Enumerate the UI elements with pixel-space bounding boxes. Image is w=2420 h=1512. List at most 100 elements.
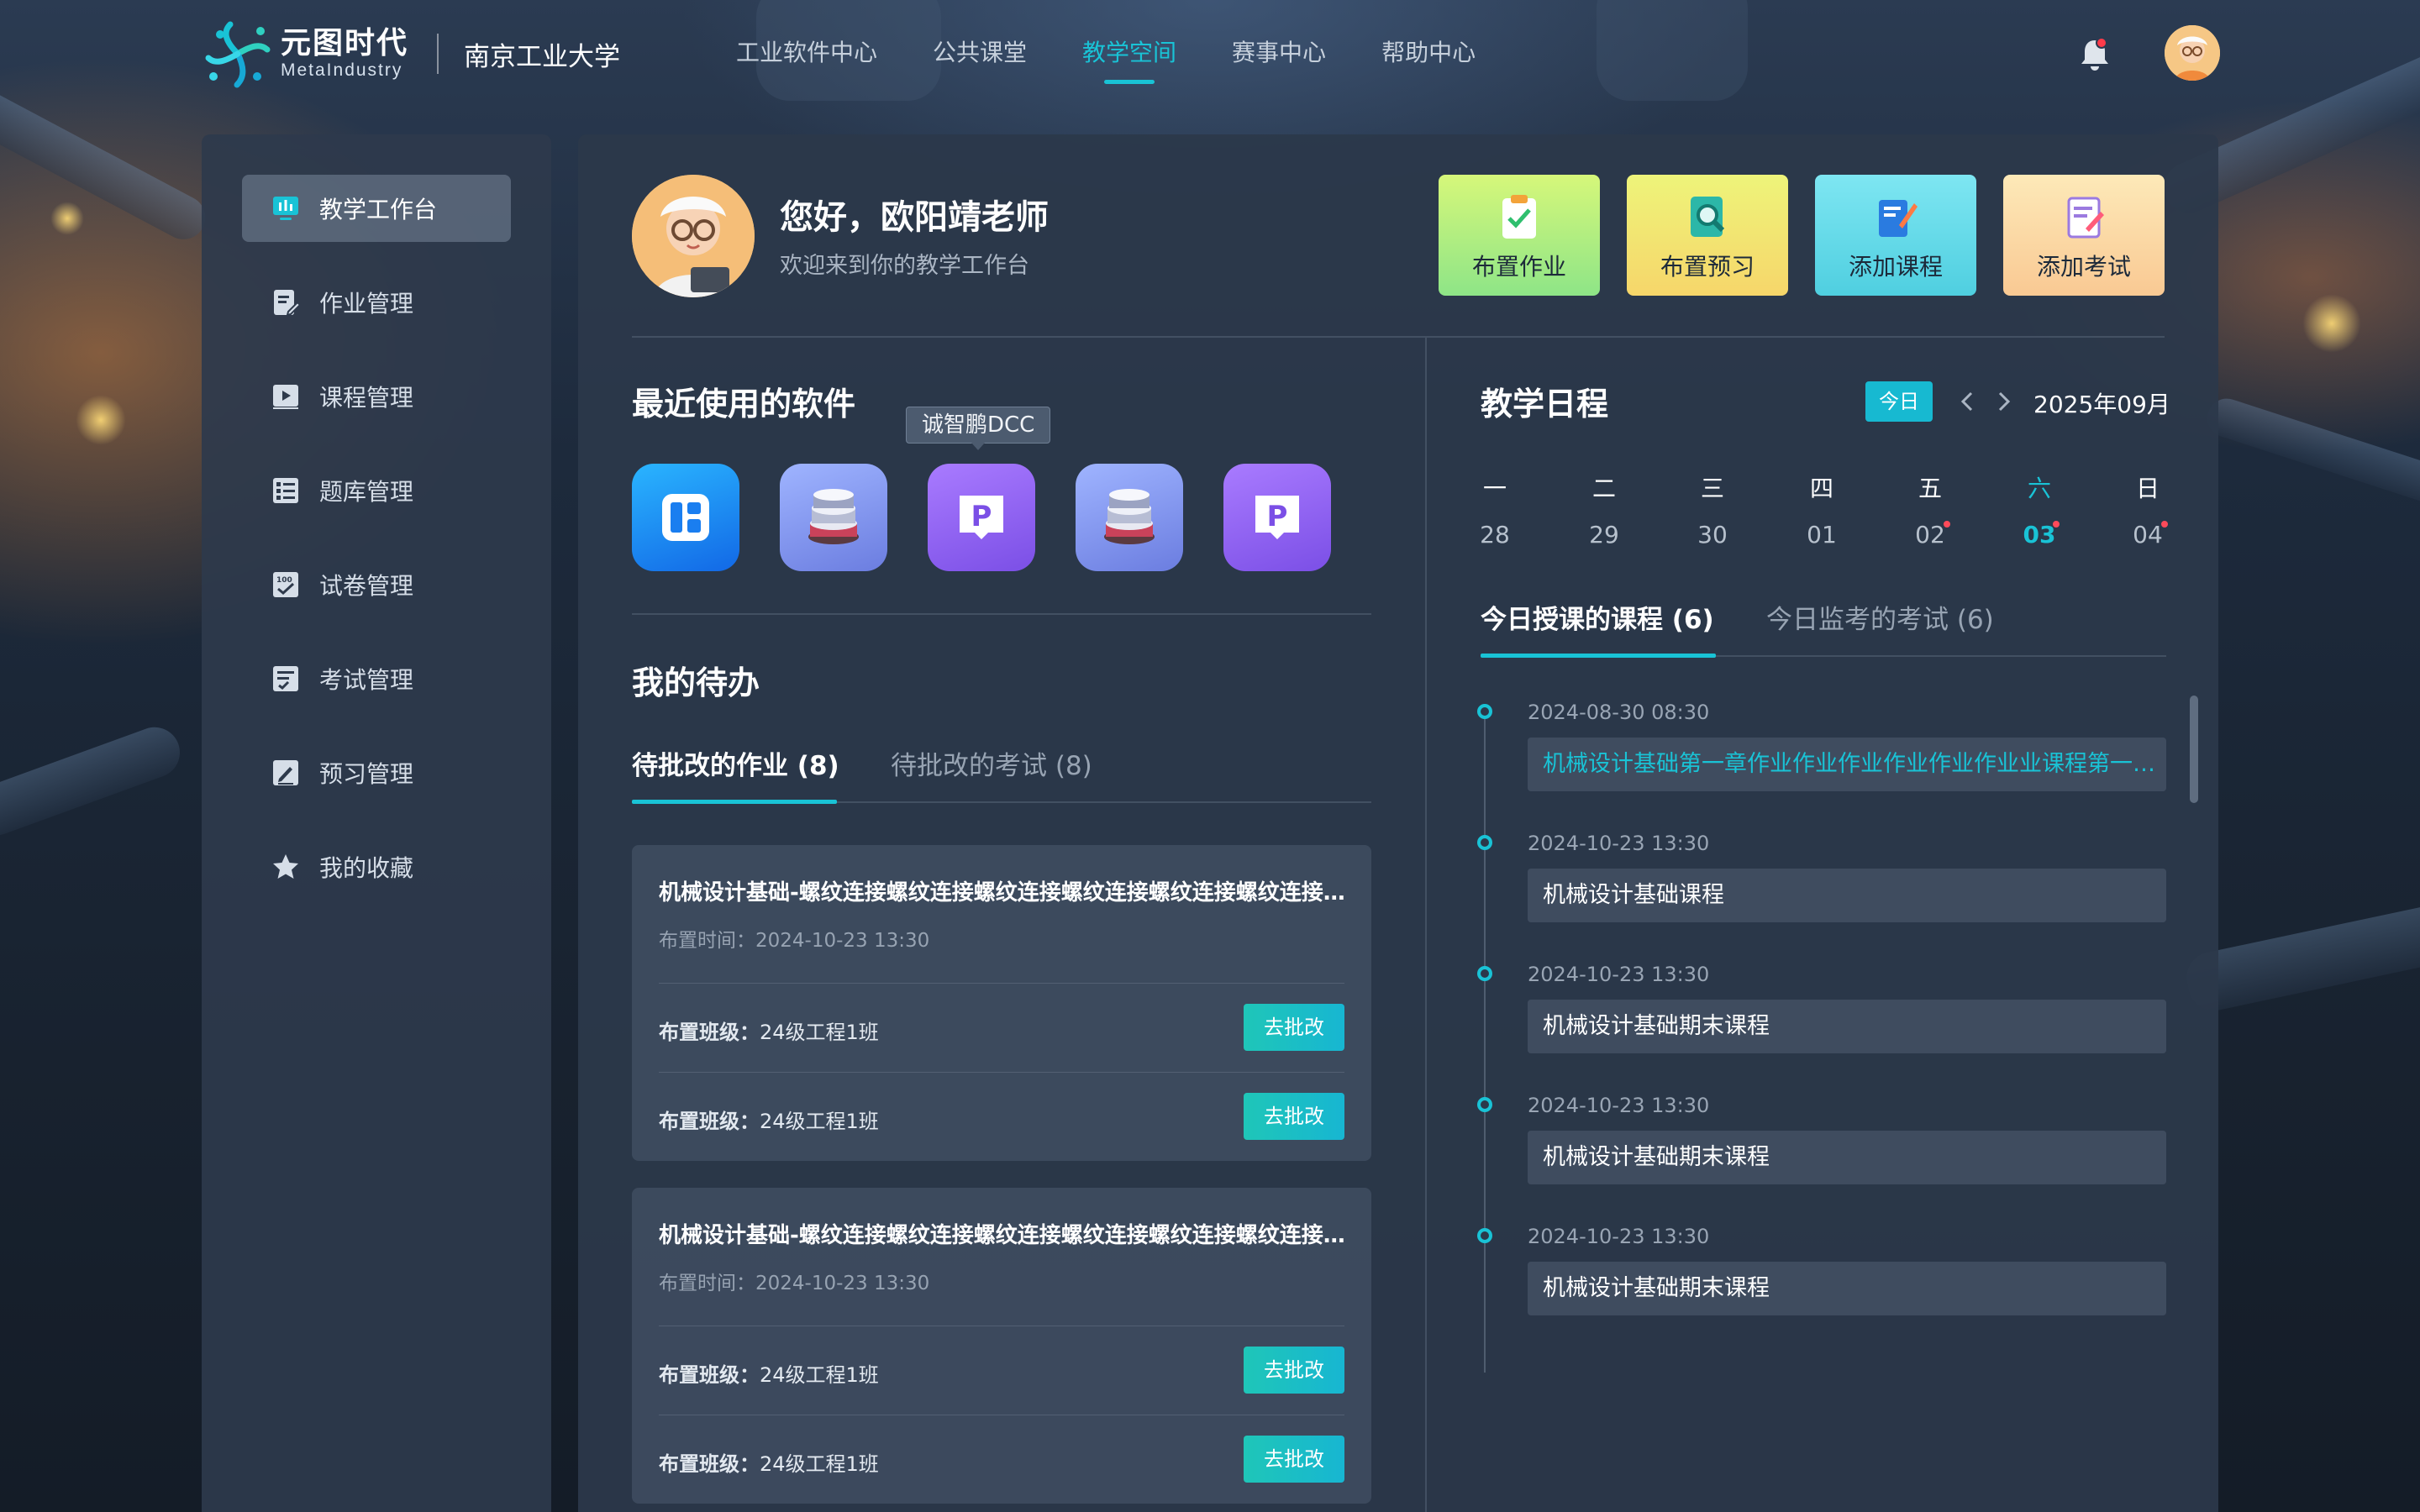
brand-logo[interactable]: 元图时代 MetaIndustry 南京工业大学 (202, 17, 620, 91)
add-course-button[interactable]: 添加课程 (1815, 175, 1976, 296)
brand-name-en: MetaIndustry (281, 60, 403, 80)
svg-text:P: P (1267, 500, 1288, 533)
database-stack-app-icon[interactable] (1076, 464, 1183, 571)
sidebar-item-exams[interactable]: 考试管理 (242, 645, 511, 712)
nav-item-software-center[interactable]: 工业软件中心 (736, 34, 877, 89)
quick-action-label: 添加考试 (2036, 253, 2131, 281)
event-time: 2024-10-23 13:30 (1528, 1225, 1710, 1248)
event-item[interactable]: 机械设计基础期末课程 (1528, 1131, 2166, 1184)
sidebar-item-favorites[interactable]: 我的收藏 (242, 833, 511, 900)
tab-today-exams[interactable]: 今日监考的考试 (6) (1766, 598, 1994, 636)
calendar-date[interactable]: 29 (1579, 521, 1629, 549)
nav-item-help-center[interactable]: 帮助中心 (1381, 34, 1476, 89)
todo-class-row: 布置班级：24级工程1班 去批改 (659, 983, 1344, 1072)
grade-button[interactable]: 去批改 (1244, 1004, 1344, 1051)
quick-action-label: 布置预习 (1660, 253, 1754, 281)
event-item[interactable]: 机械设计基础期末课程 (1528, 1000, 2166, 1053)
assign-preview-button[interactable]: 布置预习 (1627, 175, 1788, 296)
nav-item-competition-center[interactable]: 赛事中心 (1232, 34, 1326, 89)
column-divider (1425, 338, 1427, 1512)
greeting-subtitle: 欢迎来到你的教学工作台 (780, 253, 1029, 279)
timeline-dot (1477, 704, 1492, 719)
calendar-date[interactable]: 01 (1797, 521, 1847, 549)
pencil-box-icon (271, 758, 301, 788)
sidebar-item-dashboard[interactable]: 教学工作台 (242, 175, 511, 242)
event-item[interactable]: 机械设计基础第一章作业作业作业作业作业作业业课程第一章作业作业作业 (1528, 738, 2166, 791)
timeline-dot (1477, 835, 1492, 850)
database-stack-app-icon[interactable] (780, 464, 887, 571)
purple-p-app-icon[interactable]: P (1223, 464, 1331, 571)
todo-card[interactable]: 机械设计基础-螺纹连接螺纹连接螺纹连接螺纹连接螺纹连接螺纹连接螺纹连接螺纹连接螺… (632, 1188, 1371, 1504)
active-tab-indicator (1481, 654, 1716, 658)
school-name: 南京工业大学 (464, 41, 621, 72)
sidebar-item-homework[interactable]: 作业管理 (242, 269, 511, 336)
todo-card[interactable]: 机械设计基础-螺纹连接螺纹连接螺纹连接螺纹连接螺纹连接螺纹连接螺纹连接螺纹连接螺… (632, 845, 1371, 1161)
weekday-label: 二 (1591, 475, 1616, 502)
calendar-date-selected[interactable]: 03 (2014, 521, 2065, 549)
weekday-label: 五 (1918, 475, 1942, 502)
todo-class-row: 布置班级：24级工程1班 去批改 (659, 1415, 1344, 1504)
class-label: 布置班级： (659, 1452, 760, 1476)
tab-today-courses[interactable]: 今日授课的课程 (6) (1481, 598, 1714, 636)
assign-homework-button[interactable]: 布置作业 (1439, 175, 1600, 296)
sidebar-item-label: 试卷管理 (319, 572, 414, 600)
workbench-panel: 您好，欧阳靖老师 欢迎来到你的教学工作台 布置作业 布置预习 添加课程 添加考试… (578, 134, 2218, 1512)
weekday-label: 一 (1482, 475, 1507, 502)
weekday-label: 四 (1809, 475, 1833, 502)
blue-window-app-icon[interactable] (632, 464, 739, 571)
chevron-left-icon[interactable] (1956, 385, 1978, 418)
calendar-date[interactable]: 28 (1470, 521, 1520, 549)
todo-card-time: 布置时间：2024-10-23 13:30 (659, 930, 930, 952)
nav-item-public-classroom[interactable]: 公共课堂 (933, 34, 1027, 89)
edit-document-icon (271, 287, 301, 318)
sidebar: 教学工作台 作业管理 课程管理 题库管理 100 试卷管理 考试管理 预习管理 (202, 134, 551, 1512)
tab-pending-homework[interactable]: 待批改的作业 (8) (632, 744, 839, 782)
class-value: 24级工程1班 (760, 1452, 879, 1476)
sidebar-item-label: 作业管理 (319, 290, 414, 318)
dashboard-icon (271, 193, 301, 223)
sidebar-item-label: 预习管理 (319, 760, 414, 788)
svg-text:P: P (971, 500, 992, 533)
class-value: 24级工程1班 (760, 1021, 879, 1044)
event-dot (1944, 521, 1950, 528)
grade-button[interactable]: 去批改 (1244, 1093, 1344, 1140)
list-icon (271, 475, 301, 506)
nav-item-teaching-space[interactable]: 教学空间 (1082, 34, 1176, 89)
grade-button[interactable]: 去批改 (1244, 1347, 1344, 1394)
schedule-scrollbar[interactable] (2190, 696, 2198, 803)
sidebar-item-courses[interactable]: 课程管理 (242, 363, 511, 430)
today-button[interactable]: 今日 (1865, 381, 1933, 422)
sidebar-item-papers[interactable]: 100 试卷管理 (242, 551, 511, 618)
greeting-title: 您好，欧阳靖老师 (780, 198, 1049, 237)
chevron-right-icon[interactable] (1993, 385, 2015, 418)
calendar-date[interactable]: 04 (2123, 521, 2173, 549)
software-divider (632, 613, 1371, 615)
grade-button[interactable]: 去批改 (1244, 1436, 1344, 1483)
sidebar-item-question-bank[interactable]: 题库管理 (242, 457, 511, 524)
course-book-icon (1870, 192, 1921, 242)
purple-p-app-icon[interactable]: P (928, 464, 1035, 571)
tab-pending-exams[interactable]: 待批改的考试 (8) (891, 744, 1092, 782)
logo-divider (437, 34, 439, 74)
calendar-date[interactable]: 02 (1905, 521, 1955, 549)
main-nav: 工业软件中心 公共课堂 教学空间 赛事中心 帮助中心 (736, 34, 1531, 89)
event-dot (2053, 521, 2060, 528)
sidebar-item-preview[interactable]: 预习管理 (242, 739, 511, 806)
user-avatar[interactable] (2165, 25, 2220, 81)
top-navigation-bar: 元图时代 MetaIndustry 南京工业大学 工业软件中心 公共课堂 教学空… (0, 0, 2420, 108)
event-time: 2024-10-23 13:30 (1528, 832, 1710, 855)
quick-action-label: 添加课程 (1848, 253, 1943, 281)
calendar-date[interactable]: 30 (1687, 521, 1738, 549)
timeline-dot (1477, 1097, 1492, 1112)
calendar-month: 2025年09月 (2033, 391, 2170, 418)
exam-icon (271, 664, 301, 694)
class-label: 布置班级： (659, 1021, 760, 1044)
exam-paper-icon (2059, 192, 2109, 242)
score-sheet-icon: 100 (271, 570, 301, 600)
event-item[interactable]: 机械设计基础期末课程 (1528, 1262, 2166, 1315)
svg-text:100: 100 (276, 576, 292, 585)
class-label: 布置班级： (659, 1363, 760, 1387)
event-item[interactable]: 机械设计基础课程 (1528, 869, 2166, 922)
add-exam-button[interactable]: 添加考试 (2003, 175, 2165, 296)
class-value: 24级工程1班 (760, 1110, 879, 1133)
